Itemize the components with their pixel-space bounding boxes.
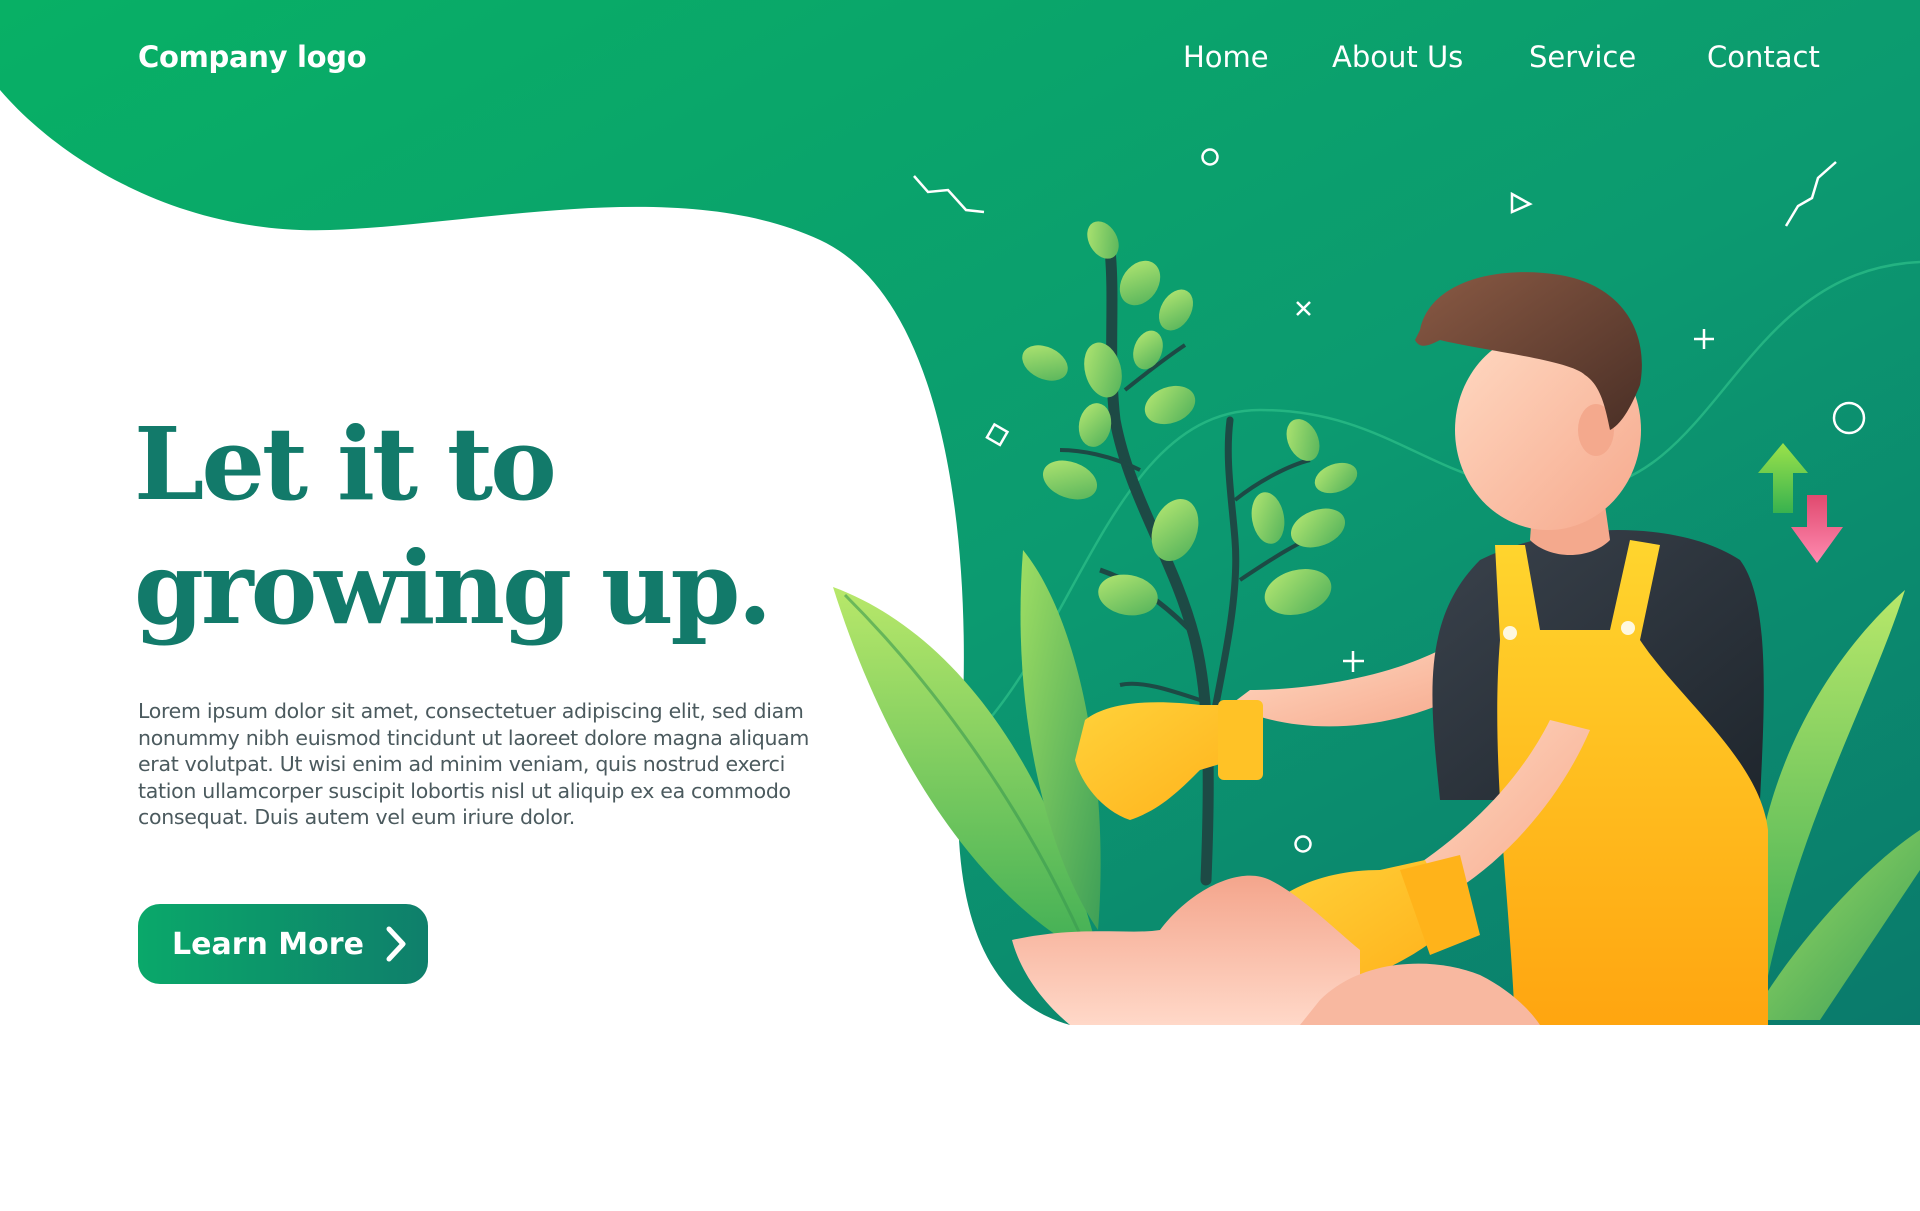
nav-service[interactable]: Service	[1529, 40, 1636, 74]
nav-contact[interactable]: Contact	[1707, 40, 1820, 74]
learn-more-label: Learn More	[172, 926, 364, 962]
top-navigation: Company logo Home About Us Service Conta…	[0, 0, 1920, 120]
hero-title-line-1: Let it to	[134, 405, 557, 523]
hero-title-line-2: growing up.	[134, 529, 772, 647]
company-logo[interactable]: Company logo	[138, 40, 367, 74]
hero-title: Let it to growing up.	[134, 402, 772, 650]
hero-description: Lorem ipsum dolor sit amet, consectetuer…	[138, 699, 810, 829]
chevron-right-icon	[384, 925, 408, 963]
nav-about-us[interactable]: About Us	[1332, 40, 1463, 74]
learn-more-button[interactable]: Learn More	[138, 904, 428, 984]
nav-home[interactable]: Home	[1183, 40, 1269, 74]
